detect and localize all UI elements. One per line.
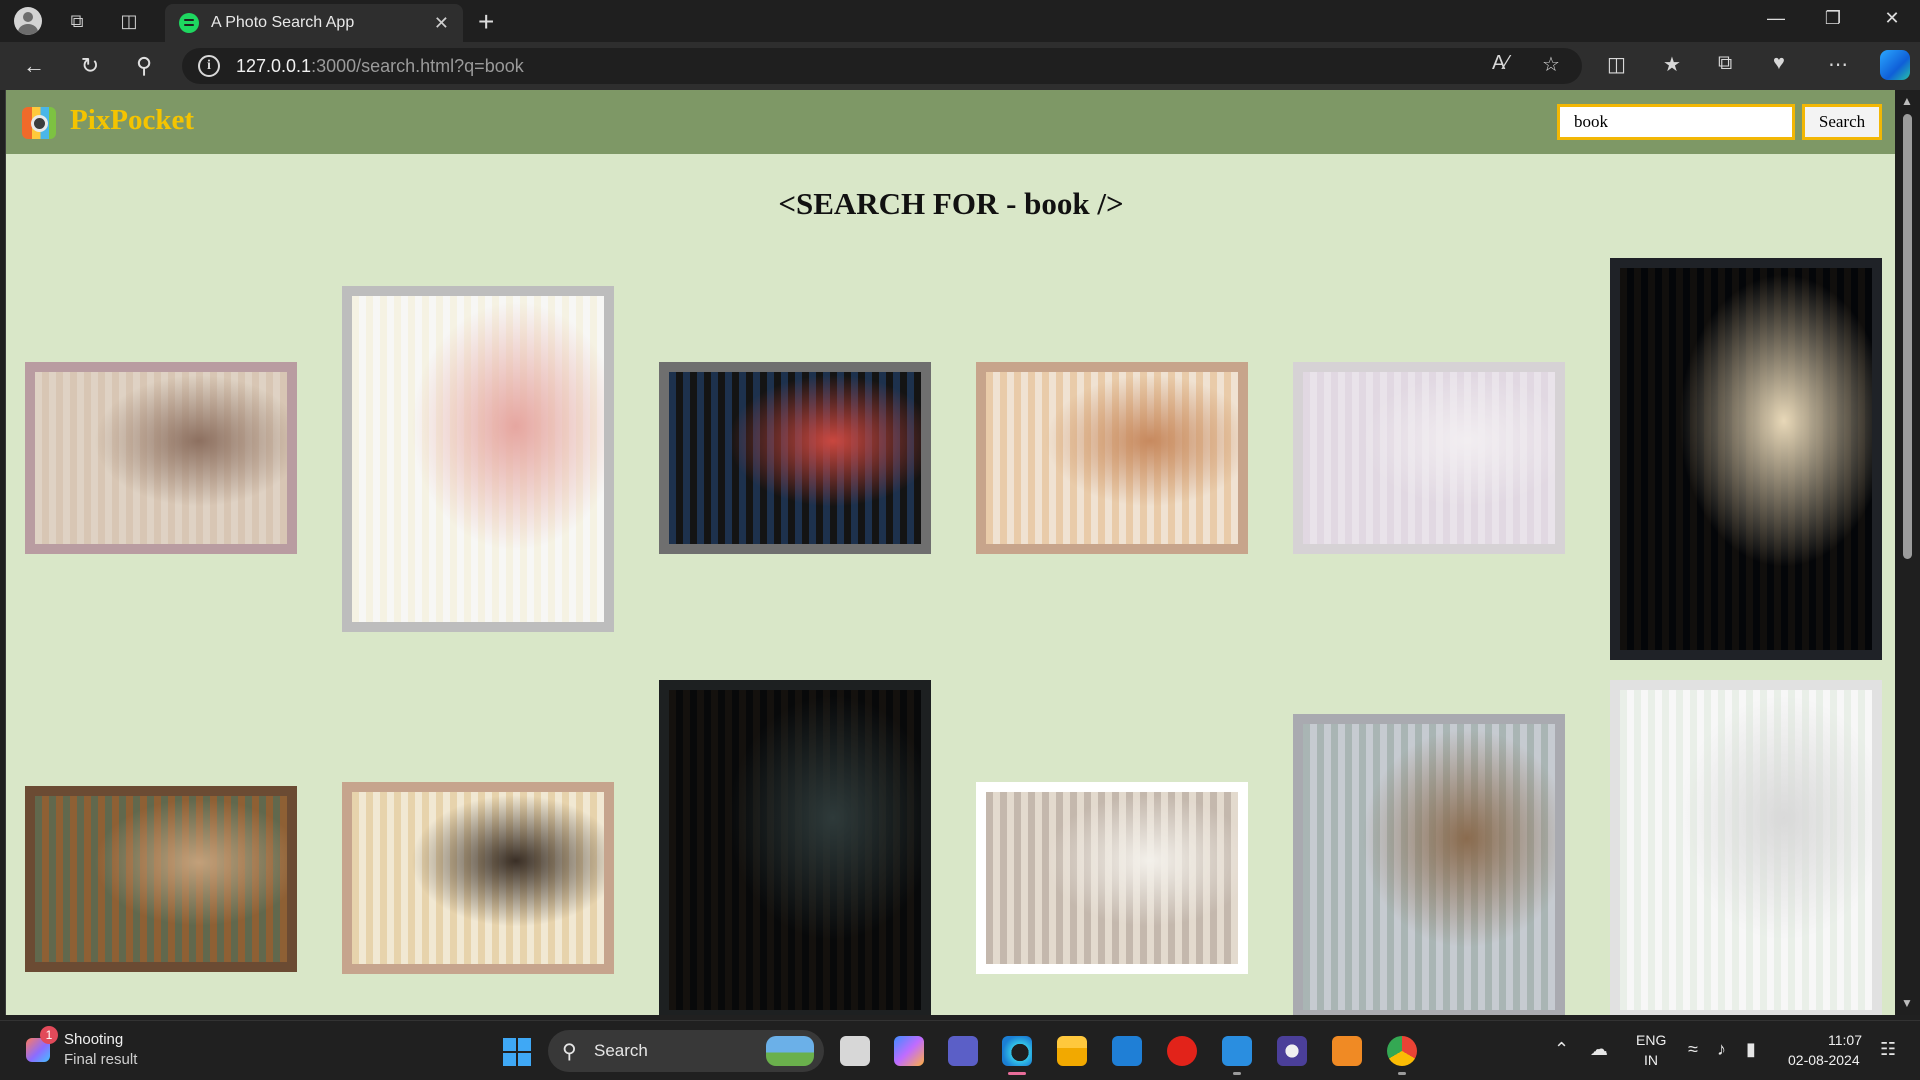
photo-card[interactable] bbox=[659, 362, 931, 554]
photo-image bbox=[669, 372, 921, 544]
photo-card[interactable] bbox=[25, 362, 297, 554]
onedrive-icon[interactable]: ☁ bbox=[1590, 1039, 1608, 1060]
show-hidden-icons-icon[interactable]: ⌃ bbox=[1554, 1039, 1569, 1060]
news-subtitle[interactable]: Final result bbox=[64, 1051, 137, 1068]
url-host: 127.0.0.1 bbox=[236, 55, 312, 76]
photo-card[interactable] bbox=[25, 786, 297, 972]
address-bar[interactable]: i 127.0.0.1:3000/search.html?q=book bbox=[182, 48, 1582, 84]
browser-title-bar: ⧉ ◫ A Photo Search App ✕ + — ❐ ✕ bbox=[0, 0, 1920, 42]
photo-card[interactable] bbox=[1293, 362, 1565, 554]
search-button[interactable]: Search bbox=[1802, 104, 1882, 140]
vscode-icon[interactable] bbox=[1222, 1036, 1252, 1075]
clock-date[interactable]: 02-08-2024 bbox=[1788, 1052, 1860, 1068]
tab-title: A Photo Search App bbox=[211, 14, 355, 31]
workspaces-icon[interactable]: ⧉ bbox=[64, 8, 90, 34]
clock-time[interactable]: 11:07 bbox=[1828, 1032, 1862, 1048]
edge-icon[interactable] bbox=[1002, 1036, 1032, 1075]
photo-image bbox=[1303, 372, 1555, 544]
eclipse-icon[interactable] bbox=[1277, 1036, 1307, 1066]
photo-card[interactable] bbox=[1610, 680, 1882, 1015]
wifi-icon[interactable]: ≈ bbox=[1688, 1039, 1698, 1060]
page-scrollbar[interactable]: ▲ ▼ bbox=[1895, 90, 1920, 1015]
photo-image bbox=[986, 372, 1238, 544]
browser-essentials-icon[interactable]: ♥ bbox=[1773, 52, 1785, 75]
photo-card[interactable] bbox=[976, 362, 1248, 554]
favorite-star-icon[interactable]: ☆ bbox=[1542, 52, 1560, 77]
windows-taskbar: 1 Shooting Final result ⚲ Search ⌃ ☁ ENG… bbox=[0, 1020, 1920, 1080]
copilot-app-icon[interactable] bbox=[894, 1036, 924, 1066]
photo-image bbox=[35, 796, 287, 962]
battery-icon[interactable]: ▮ bbox=[1746, 1039, 1756, 1060]
site-header: PixPocket Search bbox=[6, 90, 1895, 154]
site-info-icon[interactable]: i bbox=[198, 55, 220, 77]
photo-image bbox=[352, 792, 604, 964]
photo-card[interactable] bbox=[342, 286, 614, 632]
photo-image bbox=[35, 372, 287, 544]
back-icon[interactable]: ← bbox=[20, 52, 48, 80]
scrollbar-thumb[interactable] bbox=[1903, 114, 1912, 559]
copilot-icon[interactable] bbox=[1880, 50, 1910, 80]
photo-card[interactable] bbox=[659, 680, 931, 1015]
page-title: <SEARCH FOR - book /> bbox=[778, 186, 1124, 221]
photo-card[interactable] bbox=[976, 782, 1248, 974]
volume-icon[interactable]: ♪ bbox=[1717, 1039, 1726, 1060]
more-menu-icon[interactable]: ⋯ bbox=[1828, 52, 1848, 77]
search-highlight-icon bbox=[766, 1036, 814, 1066]
taskbar-search-label: Search bbox=[594, 1041, 648, 1060]
photo-card[interactable] bbox=[1293, 714, 1565, 1015]
news-title[interactable]: Shooting bbox=[64, 1031, 123, 1048]
vertical-tabs-icon[interactable]: ◫ bbox=[116, 8, 142, 34]
photo-image bbox=[986, 792, 1238, 964]
photo-card[interactable] bbox=[1610, 258, 1882, 660]
refresh-icon[interactable]: ↻ bbox=[76, 52, 104, 80]
url-path: :3000/search.html?q=book bbox=[311, 55, 524, 76]
file-explorer-icon[interactable] bbox=[1057, 1036, 1087, 1066]
language-region[interactable]: IN bbox=[1644, 1052, 1658, 1068]
tab-close-icon[interactable]: ✕ bbox=[434, 13, 449, 34]
teams-icon[interactable] bbox=[948, 1036, 978, 1066]
site-logo[interactable]: PixPocket bbox=[70, 104, 194, 137]
taskbar-search[interactable]: ⚲ Search bbox=[548, 1030, 824, 1072]
search-input[interactable] bbox=[1557, 104, 1795, 140]
mail-icon[interactable] bbox=[1112, 1036, 1142, 1066]
language-indicator[interactable]: ENG bbox=[1636, 1032, 1666, 1048]
scroll-down-icon[interactable]: ▼ bbox=[1901, 996, 1913, 1010]
window-close-icon[interactable]: ✕ bbox=[1872, 8, 1912, 29]
chrome-icon[interactable] bbox=[1387, 1036, 1417, 1075]
photo-image bbox=[669, 690, 921, 1010]
split-screen-icon[interactable]: ◫ bbox=[1607, 52, 1626, 77]
photo-image bbox=[1303, 724, 1555, 1010]
read-aloud-icon[interactable]: A⁄ bbox=[1492, 52, 1509, 75]
notification-icon[interactable]: ☷ bbox=[1880, 1039, 1896, 1060]
collections-icon[interactable]: ⧉ bbox=[1718, 52, 1732, 75]
photo-image bbox=[1620, 268, 1872, 650]
favorites-icon[interactable]: ★ bbox=[1663, 52, 1681, 77]
photo-image bbox=[1620, 690, 1872, 1010]
minimize-icon[interactable]: — bbox=[1756, 8, 1796, 29]
profile-avatar-icon[interactable] bbox=[14, 7, 42, 35]
spotify-favicon-icon bbox=[179, 13, 199, 33]
taskbar-search-icon: ⚲ bbox=[562, 1041, 577, 1063]
widgets-icon[interactable]: 1 bbox=[26, 1026, 58, 1062]
sublime-text-icon[interactable] bbox=[1332, 1036, 1362, 1066]
restore-icon[interactable]: ❐ bbox=[1813, 8, 1853, 29]
page-viewport: PixPocket Search <SEARCH FOR - book /> bbox=[5, 90, 1895, 1015]
wps-office-icon[interactable] bbox=[1167, 1036, 1197, 1066]
task-view-icon[interactable] bbox=[840, 1036, 870, 1066]
browser-tab[interactable]: A Photo Search App ✕ bbox=[165, 4, 463, 42]
camera-logo-icon bbox=[22, 107, 56, 139]
scroll-up-icon[interactable]: ▲ bbox=[1901, 94, 1913, 108]
photo-card[interactable] bbox=[342, 782, 614, 974]
start-button-icon[interactable] bbox=[503, 1038, 531, 1066]
browser-toolbar: ← ↻ ⚲ i 127.0.0.1:3000/search.html?q=boo… bbox=[0, 42, 1920, 90]
widget-badge: 1 bbox=[40, 1026, 58, 1044]
search-icon[interactable]: ⚲ bbox=[130, 52, 158, 80]
new-tab-icon[interactable]: + bbox=[478, 6, 494, 38]
photo-image bbox=[352, 296, 604, 622]
